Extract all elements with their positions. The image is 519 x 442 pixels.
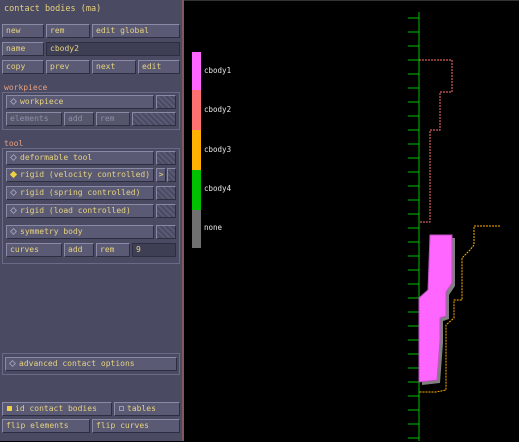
legend-label-cbody2: cbody2 xyxy=(204,105,232,114)
legend-swatch-none xyxy=(192,210,201,248)
cbody2-outline xyxy=(419,59,453,223)
legend-swatch-cbody1 xyxy=(192,52,201,90)
legend-label-cbody4: cbody4 xyxy=(204,184,232,193)
legend-swatch-cbody4 xyxy=(192,170,201,210)
legend-swatch-cbody2 xyxy=(192,90,201,130)
model-canvas xyxy=(192,12,500,441)
legend-swatch-cbody3 xyxy=(192,130,201,170)
legend-label-cbody1: cbody1 xyxy=(204,66,232,75)
legend-label-cbody3: cbody3 xyxy=(204,145,232,154)
axis-ticks xyxy=(408,17,419,439)
legend-label-none: none xyxy=(204,223,223,232)
